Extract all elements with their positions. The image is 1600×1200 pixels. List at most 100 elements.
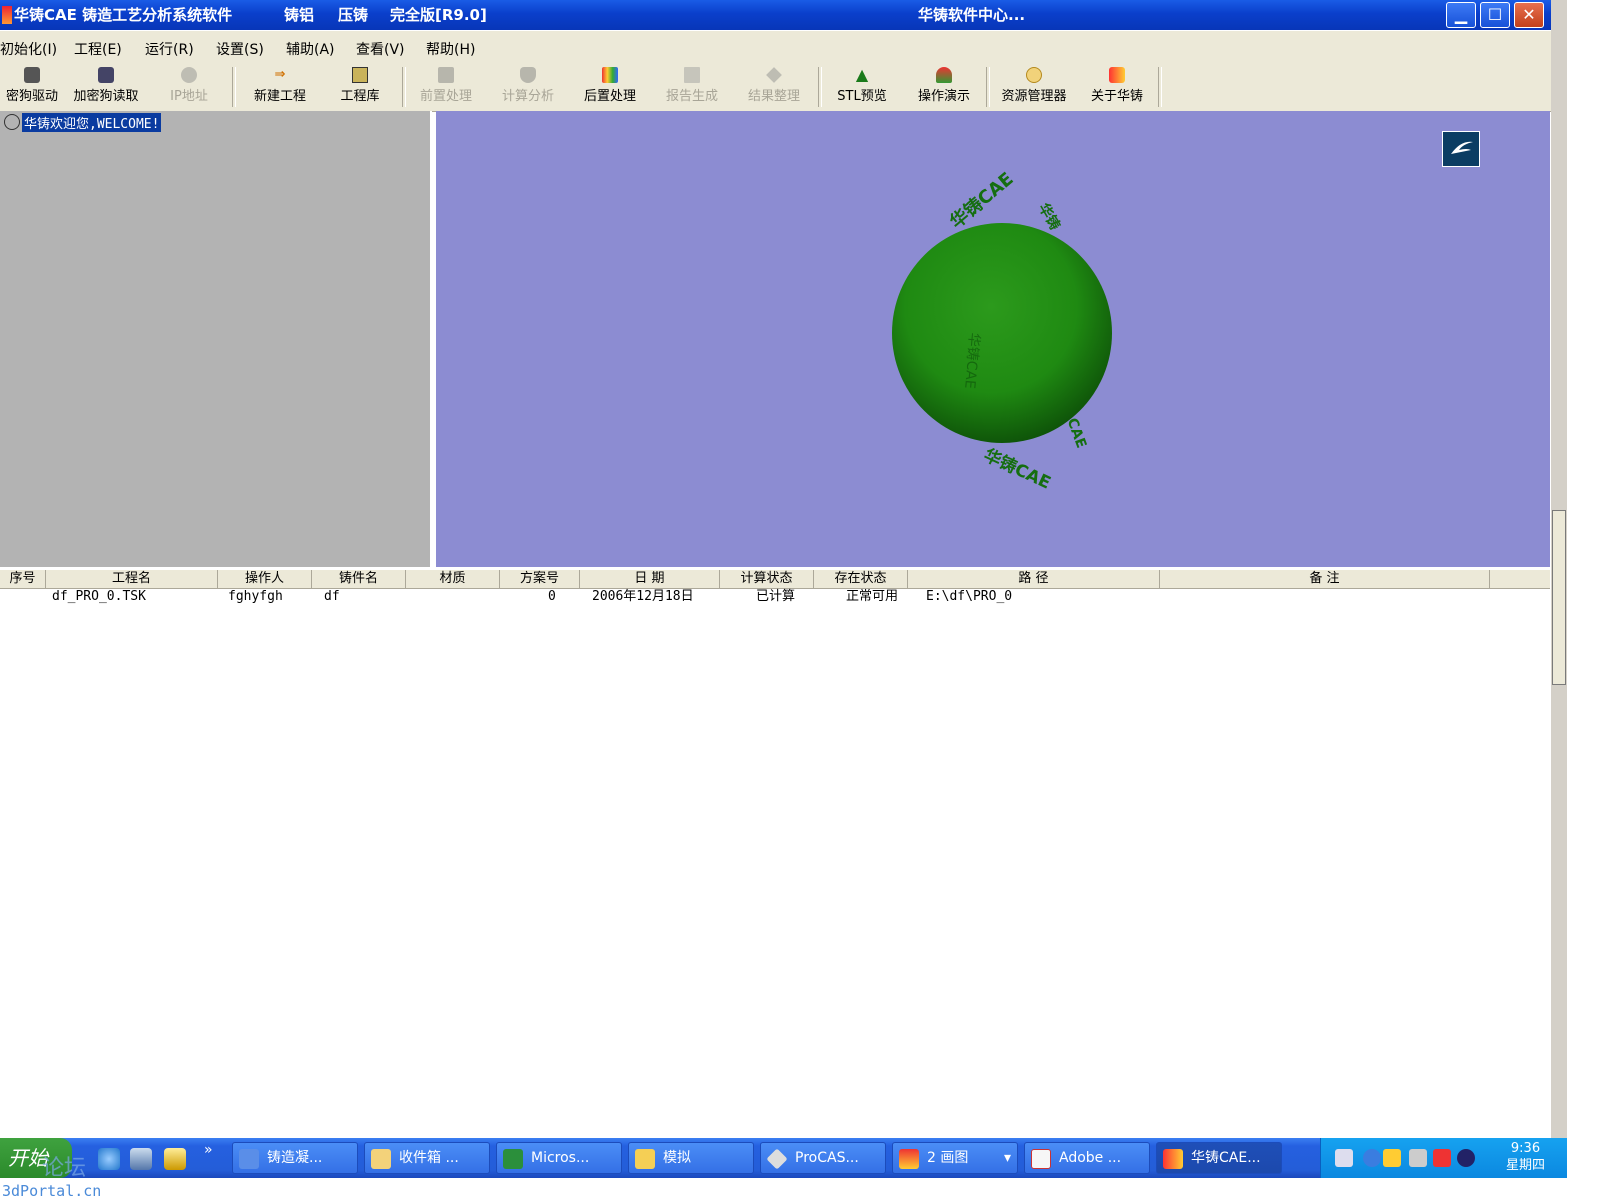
toolbar-label: 资源管理器 [1001,89,1067,104]
report-icon [684,67,700,83]
clock-tray-icon[interactable] [1383,1149,1401,1167]
project-tree-panel[interactable]: 华铸欢迎您,WELCOME! [0,111,432,567]
toolbar-label: 加密狗读取 [73,89,139,104]
column-project-name[interactable]: 工程名 [46,570,218,588]
clock[interactable]: 9:36 星期四 [1506,1140,1545,1174]
folder-icon [635,1149,655,1169]
column-material[interactable]: 材质 [406,570,500,588]
cell-scheme: 0 [548,589,556,604]
column-casting-name[interactable]: 铸件名 [312,570,406,588]
task-paint-group[interactable]: 2 画图 ▾ [892,1142,1018,1174]
menu-settings[interactable]: 设置(S) [216,39,264,59]
double-arrow-icon: ⇒ [274,67,286,82]
library-icon [352,67,368,83]
bird-logo [1442,131,1480,167]
close-icon: ✕ [1522,5,1536,24]
column-scheme[interactable]: 方案号 [500,570,580,588]
orbit-text-3: 华铸CAE [981,444,1054,493]
column-date[interactable]: 日 期 [580,570,720,588]
menu-project[interactable]: 工程(E) [74,39,122,59]
window-title: 华铸CAE 铸造工艺分析系统软件 [14,6,233,24]
dongle-read-button[interactable]: 加密狗读取 [66,65,146,109]
result-organize-button[interactable]: 结果整理 [740,65,808,109]
task-microsoft[interactable]: Micros... [496,1142,622,1174]
column-note[interactable]: 备 注 [1160,570,1490,588]
ip-address-button[interactable]: IP地址 [154,65,224,109]
watermark-overlay: 论坛 [42,1156,87,1181]
taskbar: 开始 » 铸造凝... 收件箱 ... Micros... 模拟 ProCAS.… [0,1138,1567,1178]
variant-label-aluminum: 铸铝 [284,6,315,24]
compute-analysis-button[interactable]: 计算分析 [494,65,562,109]
task-inbox[interactable]: 收件箱 ... [364,1142,490,1174]
antivirus-icon[interactable] [1433,1149,1451,1167]
title-bar[interactable]: 华铸CAE 铸造工艺分析系统软件 铸铝 压铸 完全版[R9.0] 华铸软件中心.… [0,0,1566,30]
column-path[interactable]: 路 径 [908,570,1160,588]
preprocess-button[interactable]: 前置处理 [412,65,480,109]
close-button[interactable]: ✕ [1514,2,1544,28]
task-casting-solidify[interactable]: 铸造凝... [232,1142,358,1174]
chevron-left-icon[interactable] [1363,1149,1381,1167]
new-project-button[interactable]: ⇒ 新建工程 [244,65,316,109]
task-simulation-folder[interactable]: 模拟 [628,1142,754,1174]
cell-project-name: df_PRO_0.TSK [52,589,146,604]
task-label: Adobe ... [1059,1150,1122,1166]
menu-bar: 初始化(I) 工程(E) 运行(R) 设置(S) 辅助(A) 查看(V) 帮助(… [0,31,1566,63]
dongle-driver-button[interactable]: 密狗驱动 [0,65,64,109]
menu-init[interactable]: 初始化(I) [0,39,57,59]
task-procast[interactable]: ProCAS... [760,1142,886,1174]
column-index[interactable]: 序号 [0,570,46,588]
orbit-text-4: CAE [1064,416,1090,450]
cell-path: E:\df\PRO_0 [926,589,1013,604]
outlook-icon[interactable] [130,1148,152,1170]
adobe-icon [1031,1149,1051,1169]
chevron-down-icon: ▾ [1003,1150,1011,1166]
toolbar-separator [818,67,822,107]
folder-icon[interactable] [164,1148,186,1170]
3d-viewport[interactable]: 华铸CAE 华铸 华铸CAE CAE 华铸CAE [436,111,1550,567]
network-tray-icon[interactable] [1409,1149,1427,1167]
minimize-button[interactable]: ▁ [1446,2,1476,28]
bird-logo-icon [1451,141,1473,154]
stl-preview-button[interactable]: ▲ STL预览 [828,65,896,109]
task-label: 2 画图 [927,1150,969,1166]
menu-assist[interactable]: 辅助(A) [286,39,335,59]
menu-view[interactable]: 查看(V) [356,39,405,59]
maximize-button[interactable]: ☐ [1480,2,1510,28]
cell-casting-name: df [324,589,340,604]
task-label: 收件箱 ... [399,1150,459,1166]
scrollbar-thumb[interactable] [1552,510,1566,685]
about-button[interactable]: 关于华铸 [1084,65,1150,109]
tree-item-label: 华铸欢迎您,WELCOME! [22,113,162,132]
postprocess-icon [602,67,618,83]
procast-icon [766,1148,788,1170]
variant-label-diecast: 压铸 [338,6,369,24]
column-calc-status[interactable]: 计算状态 [720,570,814,588]
menu-run[interactable]: 运行(R) [145,39,194,59]
toolbar-label: 关于华铸 [1090,89,1143,104]
dongle-read-icon [98,67,114,83]
toolbar-label: 新建工程 [253,89,306,104]
cell-calc-status: 已计算 [756,589,796,604]
column-operator[interactable]: 操作人 [218,570,312,588]
audio-icon[interactable] [1457,1149,1475,1167]
column-exist-status[interactable]: 存在状态 [814,570,908,588]
postprocess-button[interactable]: 后置处理 [576,65,644,109]
explorer-icon [1026,67,1042,83]
demo-button[interactable]: 操作演示 [908,65,980,109]
organize-icon [766,67,782,83]
report-generate-button[interactable]: 报告生成 [658,65,726,109]
project-library-button[interactable]: 工程库 [328,65,392,109]
quicklaunch-more-button[interactable]: » [204,1142,213,1158]
explorer-button[interactable]: 资源管理器 [994,65,1074,109]
task-huazhu-cae[interactable]: 华铸CAE... [1156,1142,1282,1174]
menu-help[interactable]: 帮助(H) [426,39,475,59]
inbox-icon [371,1149,391,1169]
app-icon[interactable] [2,6,12,24]
toolbar-label: 密狗驱动 [5,89,58,104]
task-adobe[interactable]: Adobe ... [1024,1142,1150,1174]
task-label: 华铸CAE... [1191,1150,1261,1166]
sphere [892,223,1112,443]
keyboard-icon[interactable] [1335,1149,1353,1167]
ie-icon[interactable] [98,1148,120,1170]
project-table-header: 序号 工程名 操作人 铸件名 材质 方案号 日 期 计算状态 存在状态 路 径 … [0,569,1550,589]
